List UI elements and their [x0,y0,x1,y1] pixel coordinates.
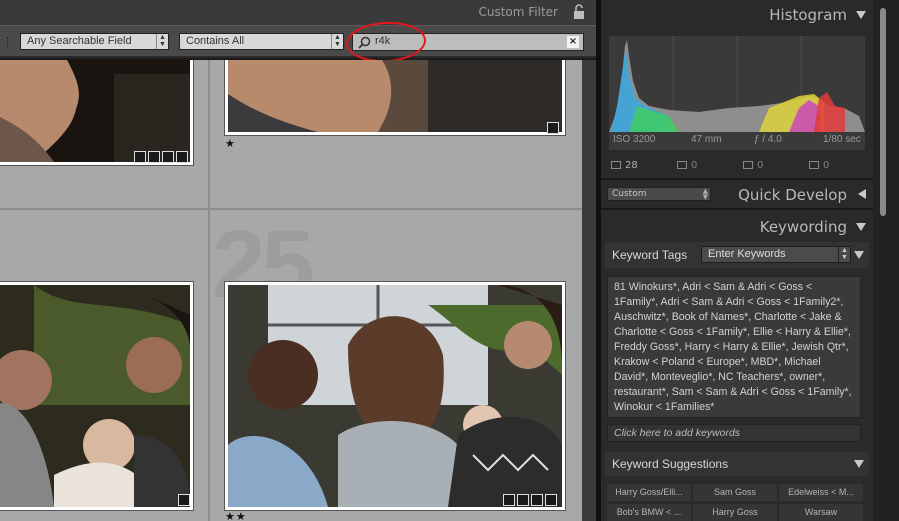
search-icon [358,36,371,49]
keyword-mode-select[interactable]: Enter Keywords ▲ ▼ [701,246,851,263]
rule-select-value: Contains All [186,35,245,47]
rule-select[interactable]: Contains All ▲ ▼ [179,33,344,50]
chevron-updown-icon: ▲ ▼ [838,247,850,262]
right-panel-scrollbar[interactable] [873,0,899,521]
photo-thumbnail[interactable] [224,60,566,136]
develop-badge-icon[interactable] [176,151,188,163]
filter-header: Custom Filter [0,0,596,25]
keyword-tags-row: Keyword Tags Enter Keywords ▲ ▼ [605,242,869,268]
adjustment-tool-counts: 28 0 0 0 [609,160,865,174]
collapse-triangle-icon[interactable] [856,223,866,231]
add-keyword-input[interactable]: Click here to add keywords [607,424,861,442]
shutter-value: 1/80 sec [823,134,861,145]
photo-image [228,285,562,507]
photo-image [228,60,562,132]
crop-count[interactable]: 28 [611,160,638,171]
field-select[interactable]: Any Searchable Field ▲ ▼ [20,33,169,50]
panel-separator [601,178,899,180]
photo-thumbnail[interactable] [0,281,194,511]
photo-image [0,285,190,507]
focal-length-value: 47 mm [691,134,722,145]
preset-value: Custom [612,189,647,199]
thumbnail-badges [134,151,188,163]
suggestion-chip[interactable]: Bob's BMW < ... [607,504,691,521]
develop-badge-icon[interactable] [545,494,557,506]
keyword-suggestions-grid: Harry Goss/Elli... Sam Goss Edelweiss < … [607,484,863,521]
suggestion-chip[interactable]: Warsaw [779,504,863,521]
redeye-icon [743,161,753,169]
suggestion-chip[interactable]: Edelweiss < M... [779,484,863,501]
keyword-suggestions-header: Keyword Suggestions [605,452,869,476]
quick-develop-preset-select[interactable]: Custom ▲ ▼ [607,187,711,201]
search-input[interactable]: r4k × [352,33,584,51]
keyword-badge-icon[interactable] [517,494,529,506]
keyword-badge-icon[interactable] [178,494,190,506]
right-panel: Histogram ISO 3200 47 mm ƒ / 4.0 1/80 se… [601,0,899,521]
aperture-value: ƒ / 4.0 [754,134,782,145]
chevron-updown-icon: ▲ ▼ [156,34,168,49]
spot-icon [677,161,687,169]
collection-badge-icon[interactable] [503,494,515,506]
collapse-triangle-icon[interactable] [856,11,866,19]
collection-badge-icon[interactable] [134,151,146,163]
histogram-plot [609,36,865,132]
photo-thumbnail[interactable] [224,281,566,511]
iso-value: ISO 3200 [613,134,656,145]
histogram-title[interactable]: Histogram [769,6,847,24]
redeye-count[interactable]: 0 [743,160,763,171]
lightroom-library-window: Custom Filter Any Searchable Field ▲ ▼ Co… [0,0,899,521]
quick-develop-title[interactable]: Quick Develop [738,186,847,204]
crop-icon [611,161,621,169]
suggestion-chip[interactable]: Harry Goss/Elli... [607,484,691,501]
clear-search-button[interactable]: × [567,36,579,48]
keyword-tags-label: Keyword Tags [612,248,688,262]
crop-badge-icon[interactable] [162,151,174,163]
spot-count[interactable]: 0 [677,160,697,171]
collapse-triangle-icon[interactable] [854,251,864,259]
keyword-suggestions-label[interactable]: Keyword Suggestions [612,457,728,471]
lock-icon[interactable] [572,3,586,21]
photo-image [0,60,190,162]
keyword-badge-icon[interactable] [148,151,160,163]
keyword-badge-icon[interactable] [547,122,559,134]
search-query-text: r4k [375,35,391,47]
chevron-updown-icon: ▲ ▼ [331,34,343,49]
keywords-textarea[interactable]: 81 Winokurs*, Adri < Sam & Adri < Goss <… [607,276,861,418]
panel-separator [601,208,899,210]
star-rating[interactable]: ★ [225,137,236,150]
keywording-title[interactable]: Keywording [760,218,847,236]
metadata-filter-bar: Any Searchable Field ▲ ▼ Contains All ▲ ▼ … [0,25,596,58]
thumbnail-badges [178,494,190,506]
grad-count[interactable]: 0 [809,160,829,171]
star-rating[interactable]: ★★ [225,510,247,521]
filter-preset-label[interactable]: Custom Filter [478,5,558,19]
grid-scrollbar[interactable] [582,60,596,521]
collapse-triangle-icon[interactable] [854,460,864,468]
thumbnail-grid: 25 ★ ★★ [0,60,582,521]
grid-divider [208,60,210,521]
grad-icon [809,161,819,169]
scrollbar-thumb[interactable] [880,8,886,216]
histogram-graph [609,36,865,150]
suggestion-chip[interactable]: Sam Goss [693,484,777,501]
keyword-mode-value: Enter Keywords [708,248,786,260]
thumbnail-badges [547,122,559,134]
chevron-updown-icon: ▲ ▼ [702,187,708,201]
thumbnail-badges [503,494,557,506]
field-select-value: Any Searchable Field [27,35,132,47]
crop-badge-icon[interactable] [531,494,543,506]
suggestion-chip[interactable]: Harry Goss [693,504,777,521]
expand-triangle-icon[interactable] [858,189,866,199]
drag-grip-icon[interactable] [7,37,10,47]
